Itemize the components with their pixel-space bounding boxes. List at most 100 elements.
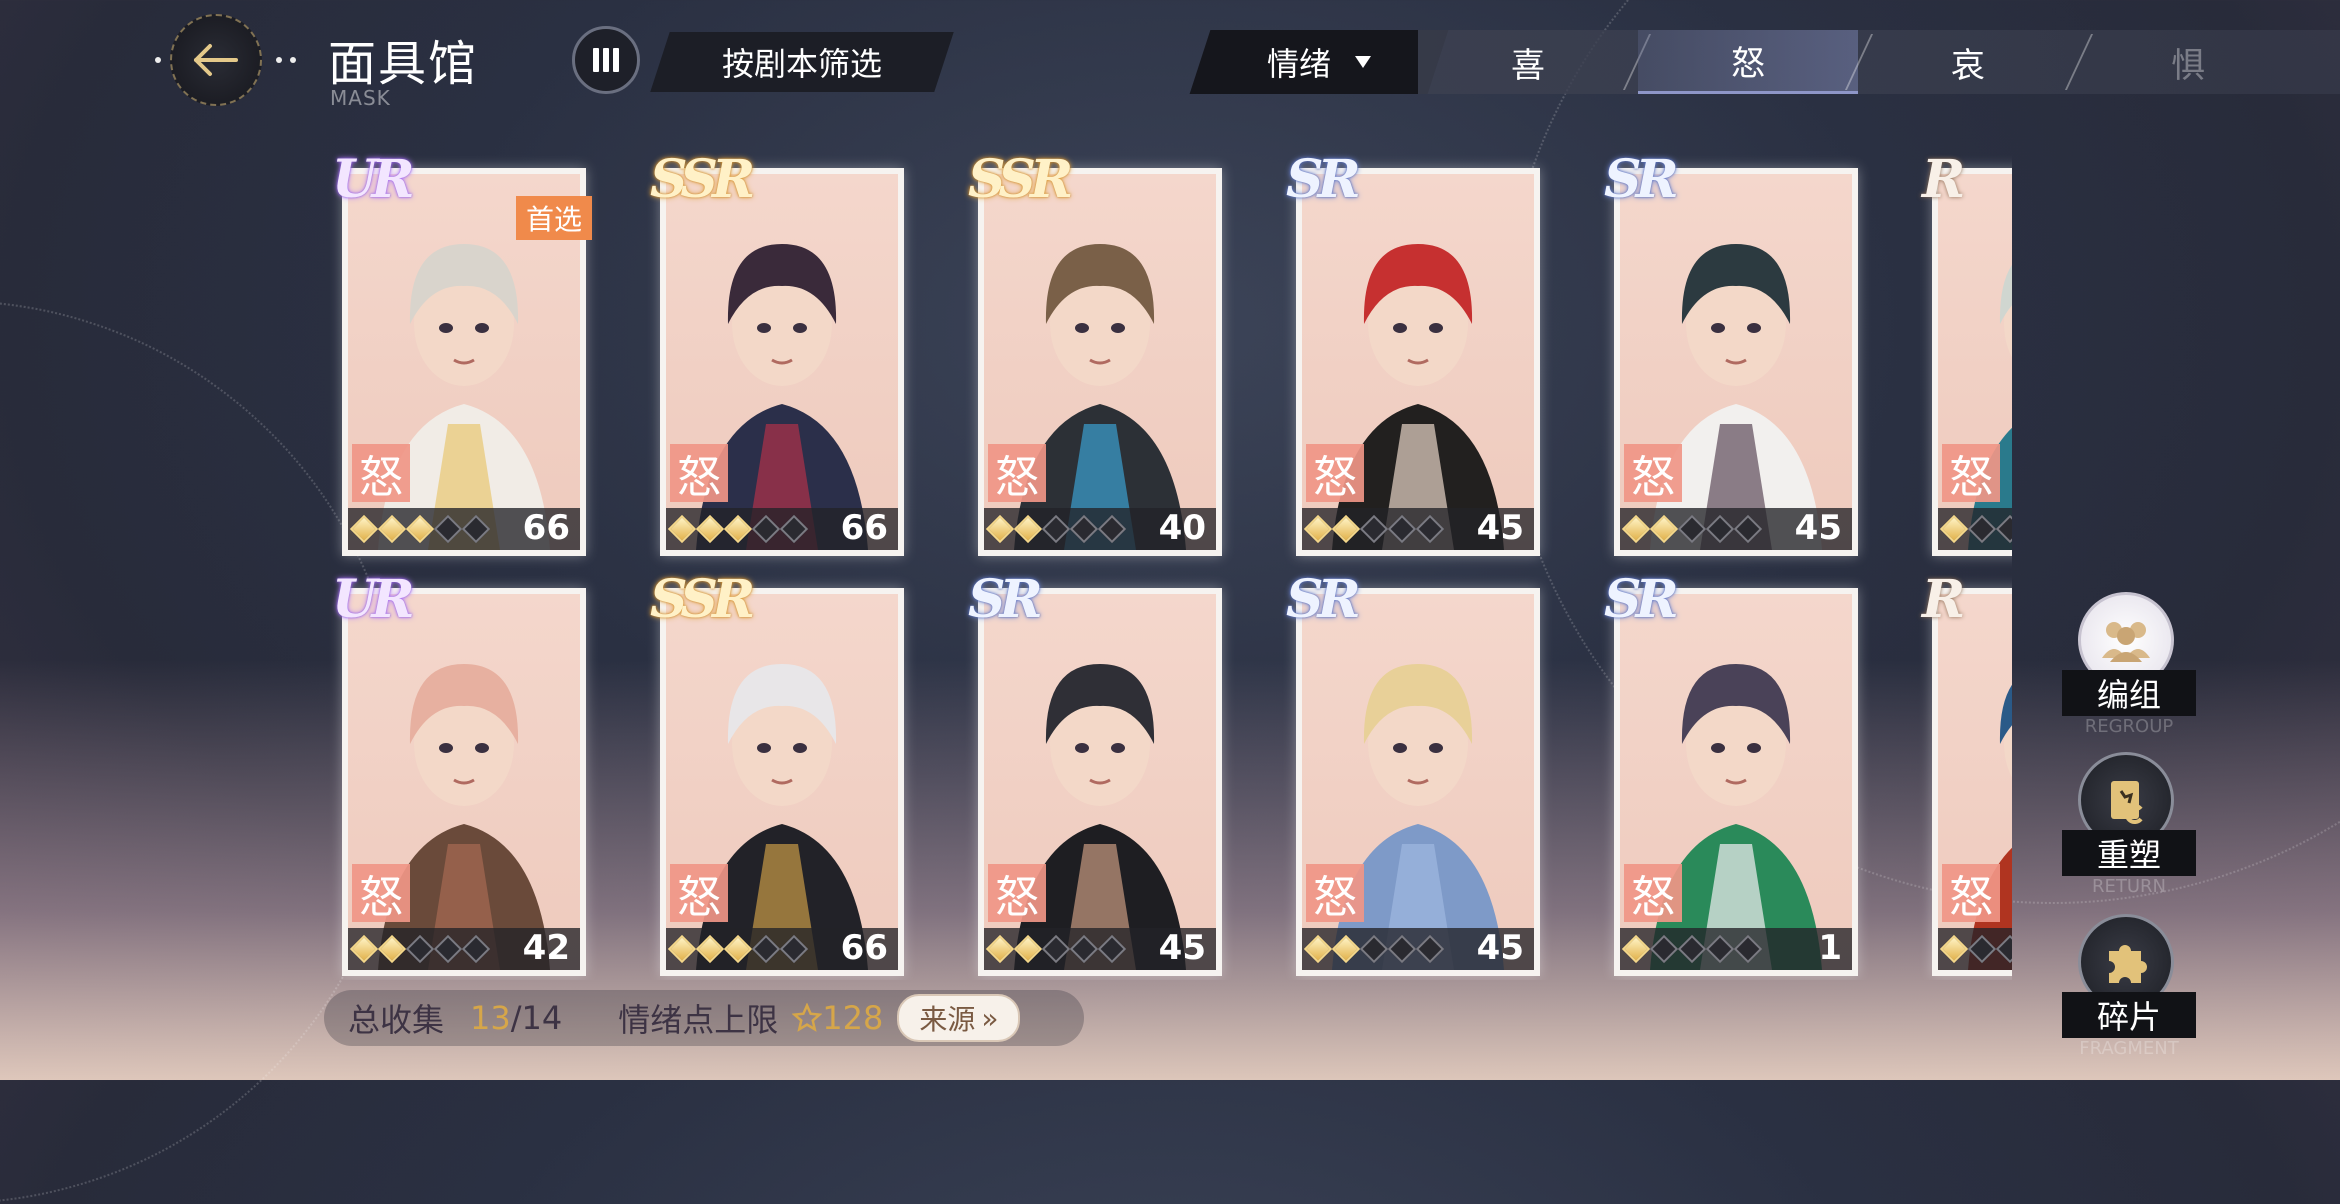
rarity-label: SR bbox=[1286, 150, 1361, 210]
column-bar bbox=[603, 48, 609, 72]
regroup-button[interactable]: 编组 REGROUP bbox=[2062, 592, 2196, 737]
rarity-label: SSR bbox=[650, 150, 755, 210]
star-icon bbox=[405, 934, 435, 964]
card-level: 66 bbox=[840, 928, 888, 968]
mask-card[interactable]: 怒R bbox=[1922, 574, 2012, 976]
star-icon bbox=[985, 514, 1015, 544]
star-icon bbox=[1995, 934, 2012, 964]
page-title: 面具馆 bbox=[328, 36, 479, 92]
emotion-badge: 怒 bbox=[1624, 444, 1682, 503]
card-level: 40 bbox=[1158, 508, 1206, 548]
star-icon bbox=[1649, 514, 1679, 544]
star-icon bbox=[1303, 514, 1333, 544]
source-label: 来源 bbox=[919, 1003, 976, 1036]
mask-card[interactable]: 怒 40 SSR bbox=[968, 154, 1222, 556]
star-icon bbox=[1967, 514, 1997, 544]
emotion-cap: 128 bbox=[792, 999, 883, 1037]
rarity-label: R bbox=[1922, 569, 1965, 630]
star-icon bbox=[433, 514, 463, 544]
star-icon bbox=[1621, 514, 1651, 544]
star-icon bbox=[695, 514, 725, 544]
star-icon bbox=[1415, 934, 1445, 964]
star-icon bbox=[1013, 934, 1043, 964]
mask-card[interactable]: 怒 45 SR bbox=[968, 574, 1222, 976]
emotion-badge: 怒 bbox=[988, 864, 1046, 923]
star-icon bbox=[1415, 514, 1445, 544]
rarity-label: SR bbox=[968, 569, 1043, 630]
collected-count: 13 bbox=[470, 999, 511, 1037]
star-icon bbox=[1387, 934, 1417, 964]
mask-card[interactable]: 怒 45 SR bbox=[1604, 154, 1858, 556]
emotion-badge: 怒 bbox=[352, 864, 410, 923]
card-level: 66 bbox=[522, 508, 570, 548]
emotion-badge: 怒 bbox=[670, 444, 728, 503]
decor-dot bbox=[155, 57, 161, 63]
decor-dot bbox=[276, 57, 282, 63]
star-icon bbox=[1331, 934, 1361, 964]
card-level: 45 bbox=[1476, 508, 1524, 548]
rarity-label: SSR bbox=[968, 150, 1073, 210]
star-icon bbox=[1387, 514, 1417, 544]
fragment-button[interactable]: 碎片 FRAGMENT bbox=[2062, 914, 2196, 1059]
card-footer bbox=[1938, 508, 2012, 550]
star-icon bbox=[1069, 934, 1099, 964]
tab-fear[interactable]: 惧 bbox=[2078, 30, 2298, 94]
star-icon bbox=[779, 514, 809, 544]
star-icon bbox=[1705, 934, 1735, 964]
tab-sorrow[interactable]: 哀 bbox=[1858, 30, 2078, 94]
first-pick-tag: 首选 bbox=[515, 196, 592, 240]
emotion-badge: 怒 bbox=[352, 444, 410, 503]
mask-card[interactable]: 怒 42 UR bbox=[332, 574, 586, 976]
mask-card[interactable]: 怒 66 首选 UR bbox=[332, 154, 592, 556]
mask-card[interactable]: 怒 45 SR bbox=[1286, 154, 1540, 556]
back-button[interactable] bbox=[170, 14, 262, 106]
star-icon bbox=[1359, 514, 1389, 544]
emotion-tabs: 喜 怒 哀 惧 bbox=[1418, 30, 2340, 94]
emotion-badge: 怒 bbox=[1942, 864, 2000, 923]
card-level: 45 bbox=[1794, 508, 1842, 548]
star-icon bbox=[1069, 514, 1099, 544]
star-icon bbox=[667, 514, 697, 544]
emotion-badge: 怒 bbox=[1306, 444, 1364, 503]
card-level: 45 bbox=[1476, 928, 1524, 968]
star-icon bbox=[1041, 934, 1071, 964]
collection-label: 总收集 bbox=[348, 1001, 445, 1039]
reshape-button[interactable]: 重塑 RETURN bbox=[2062, 752, 2196, 897]
emotion-dropdown[interactable]: 情绪 bbox=[1189, 30, 1449, 94]
star-icon bbox=[1649, 934, 1679, 964]
star-icon bbox=[1097, 514, 1127, 544]
star-icon bbox=[1621, 934, 1651, 964]
source-button[interactable]: 来源 » bbox=[897, 994, 1021, 1042]
star-icon bbox=[1967, 934, 1997, 964]
mask-card[interactable]: 怒 1 SR bbox=[1604, 574, 1858, 976]
mask-card[interactable]: 怒 66 SSR bbox=[650, 574, 904, 976]
star-icon bbox=[349, 514, 379, 544]
star-outline-icon bbox=[792, 1003, 823, 1032]
tab-anger[interactable]: 怒 bbox=[1638, 30, 1858, 94]
script-filter-button[interactable]: 按剧本筛选 bbox=[650, 32, 954, 92]
star-icon bbox=[433, 934, 463, 964]
star-icon bbox=[1705, 514, 1735, 544]
arrow-left-icon bbox=[194, 44, 238, 76]
card-footer: 1 bbox=[1620, 928, 1852, 970]
star-icon bbox=[405, 514, 435, 544]
emotion-badge: 怒 bbox=[670, 864, 728, 923]
card-level: 1 bbox=[1818, 928, 1842, 968]
card-level: 45 bbox=[1158, 928, 1206, 968]
card-footer: 66 bbox=[666, 508, 898, 550]
mask-card[interactable]: 怒R bbox=[1922, 154, 2012, 556]
card-footer: 66 bbox=[666, 928, 898, 970]
rarity-label: SR bbox=[1604, 150, 1679, 210]
mask-card[interactable]: 怒 45 SR bbox=[1286, 574, 1540, 976]
rarity-label: R bbox=[1922, 150, 1965, 210]
star-icon bbox=[695, 934, 725, 964]
card-level: 42 bbox=[522, 928, 570, 968]
rarity-label: UR bbox=[332, 569, 415, 630]
layout-toggle-button[interactable] bbox=[572, 26, 640, 94]
emotion-badge: 怒 bbox=[1942, 444, 2000, 503]
mask-card[interactable]: 怒 66 SSR bbox=[650, 154, 904, 556]
regroup-label: 编组 bbox=[2062, 670, 2196, 716]
tab-joy[interactable]: 喜 bbox=[1418, 30, 1638, 94]
star-icon bbox=[1097, 934, 1127, 964]
rarity-label: SR bbox=[1286, 569, 1361, 630]
